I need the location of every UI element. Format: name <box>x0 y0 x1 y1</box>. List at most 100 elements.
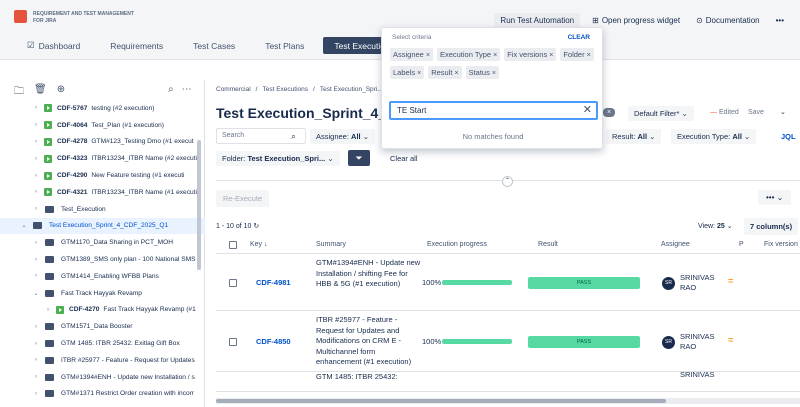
columns-button[interactable]: 7 column(s) <box>744 218 799 235</box>
header-fix-version[interactable]: Fix version <box>764 241 798 248</box>
nav-requirements[interactable]: Requirements <box>99 37 174 54</box>
select-all-checkbox[interactable] <box>229 241 237 249</box>
chevron-right-icon[interactable]: › <box>32 357 40 363</box>
chevron-right-icon[interactable]: › <box>32 105 40 111</box>
chevron-right-icon[interactable]: › <box>32 139 40 145</box>
chevron-right-icon[interactable]: › <box>44 307 52 313</box>
folder-filter[interactable]: Folder: Test Execution_Spri... ⌄ <box>216 151 340 166</box>
clear-all-button[interactable]: Clear all <box>390 154 418 163</box>
default-filter-select[interactable]: Default Filter* ⌄ <box>628 106 694 121</box>
header-key[interactable]: Key ↓ <box>250 241 268 248</box>
table-more-button[interactable]: ••• ⌄ <box>758 190 792 205</box>
nav-test-plans[interactable]: Test Plans <box>254 37 315 54</box>
remove-chip-icon[interactable]: × <box>454 70 458 77</box>
remove-chip-icon[interactable]: × <box>493 52 497 59</box>
row-checkbox[interactable] <box>229 337 237 346</box>
criteria-search-input[interactable]: TE Start <box>389 101 598 120</box>
nav-test-cases[interactable]: Test Cases <box>182 37 246 54</box>
header-priority[interactable]: P <box>739 241 744 248</box>
remove-chip-icon[interactable]: × <box>417 70 421 77</box>
table-row[interactable]: SRINIVAS GTM 1485: ITBR 25432: <box>216 370 800 392</box>
tree-item-folder[interactable]: › Test_Execution <box>0 201 205 218</box>
tree-item-folder[interactable]: › GTM#1394#ENH - Update new Installation … <box>0 369 205 386</box>
chevron-right-icon[interactable]: › <box>32 240 40 246</box>
sidebar-scrollbar[interactable] <box>197 140 201 270</box>
more-icon[interactable]: ⋯ <box>182 84 192 95</box>
tree-item-folder[interactable]: › GTM#1371 Restrict Order creation with i… <box>0 386 205 403</box>
chevron-right-icon[interactable]: › <box>32 257 40 263</box>
breadcrumb-current[interactable]: Test Execution_Spri... <box>320 86 383 93</box>
documentation-button[interactable]: ⊙ Documentation <box>692 13 764 28</box>
criteria-chip[interactable]: Labels × <box>390 66 425 79</box>
page-size-select[interactable]: View: 25 ⌄ <box>698 222 733 230</box>
row-key[interactable]: CDF-4850 <box>256 337 291 346</box>
chevron-right-icon[interactable]: › <box>32 341 40 347</box>
tree-item-folder[interactable]: › GTM1170_Data Sharing in PCT_MOH <box>0 234 205 251</box>
chevron-right-icon[interactable]: › <box>32 273 40 279</box>
header-summary[interactable]: Summary <box>316 241 346 248</box>
target-icon[interactable]: ⊕ <box>57 84 65 101</box>
row-checkbox[interactable] <box>229 278 237 287</box>
tree-item-execution[interactable]: › CDF-4270 Fast Track Hayyak Revamp (#1 <box>0 302 205 319</box>
table-row[interactable]: CDF-4850 100% PASS SR SRINIVAS RAO = ITBR #259… <box>216 311 800 372</box>
tree-item-folder[interactable]: › GTM1571_Data Booster <box>0 318 205 335</box>
header-progress[interactable]: Execution progress <box>427 241 487 248</box>
nav-dashboard[interactable]: ☑ Dashboard <box>16 37 91 54</box>
tree-item-folder[interactable]: › ITBR #25977 - Feature - Request for Upd… <box>0 352 205 369</box>
row-key[interactable]: CDF-4981 <box>256 278 291 287</box>
chevron-right-icon[interactable]: › <box>32 391 40 397</box>
search-icon[interactable]: ⌕ <box>168 84 174 95</box>
assignee-filter[interactable]: Assignee: All ⌄ <box>310 129 375 144</box>
more-menu-button[interactable]: ••• <box>772 13 788 28</box>
remove-chip-icon[interactable]: × <box>426 52 430 59</box>
tree-item-execution[interactable]: › CDF-4290 New Feature testing (#1 executi <box>0 167 205 184</box>
chevron-right-icon[interactable]: › <box>32 122 40 128</box>
tree-item-execution[interactable]: › CDF-4064 Test_Plan (#1 execution) <box>0 117 205 134</box>
tree-item-execution[interactable]: › CDF-4321 ITBR13234_ITBR Name (#1 executi <box>0 184 205 201</box>
clear-input-icon[interactable]: ✕ <box>583 103 592 116</box>
table-horizontal-scrollbar[interactable] <box>216 398 800 404</box>
chevron-right-icon[interactable]: › <box>32 324 40 330</box>
remove-chip-icon[interactable]: × <box>549 52 553 59</box>
tree-item-folder[interactable]: › GTM1389_SMS only plan - 100 National SM… <box>0 251 205 268</box>
criteria-chip[interactable]: Folder × <box>560 48 594 61</box>
chevron-right-icon[interactable]: › <box>32 374 40 380</box>
criteria-chip[interactable]: Execution Type × <box>436 48 501 61</box>
header-result[interactable]: Result <box>538 241 558 248</box>
trash-icon[interactable]: 🗑 <box>34 84 47 101</box>
filter-icon[interactable]: ⏷ <box>348 150 370 166</box>
chevron-down-icon[interactable]: ⌄ <box>32 290 40 297</box>
refresh-icon[interactable]: ↻ <box>253 223 259 230</box>
tree-item-folder[interactable]: ⌄ Test Execution_Sprint_4_CDF_2025_Q1 <box>0 217 205 235</box>
chevron-right-icon[interactable]: › <box>32 206 40 212</box>
collapse-chevron-icon[interactable]: ⌃ <box>502 176 513 187</box>
new-folder-icon[interactable]: 🗀 <box>14 84 24 101</box>
remove-chip-icon[interactable]: × <box>587 52 591 59</box>
table-row[interactable]: CDF-4981 100% PASS SR SRINIVAS RAO = GTM#1394#… <box>216 254 800 311</box>
save-options-icon[interactable]: ⌄ <box>780 108 786 116</box>
result-filter[interactable]: Result: All ⌄ <box>606 129 662 144</box>
save-button[interactable]: Save <box>748 109 764 116</box>
tree-item-execution[interactable]: › CDF-4323 ITBR13234_ITBR Name (#2 executi <box>0 150 205 167</box>
tree-item-execution[interactable]: › CDF-5767 testing (#2 execution) <box>0 100 205 117</box>
criteria-clear-button[interactable]: CLEAR <box>568 34 590 41</box>
remove-chip-icon[interactable]: × <box>492 70 496 77</box>
breadcrumb-commercial[interactable]: Commercial <box>216 86 251 93</box>
run-automation-button[interactable]: Run Test Automation <box>494 13 581 28</box>
execution-type-filter[interactable]: Execution Type: All ⌄ <box>671 129 757 144</box>
re-execute-button[interactable]: Re-Execute <box>216 190 270 207</box>
chevron-down-icon[interactable]: ⌄ <box>20 222 28 229</box>
criteria-chip[interactable]: Assignee × <box>390 48 433 61</box>
jql-button[interactable]: JQL <box>781 132 796 141</box>
chevron-right-icon[interactable]: › <box>32 189 40 195</box>
header-assignee[interactable]: Assignee <box>661 241 690 248</box>
progress-widget-button[interactable]: ⊞ Open progress widget <box>588 13 684 28</box>
tree-item-folder[interactable]: › GTM1414_Enabling WFBB Plans <box>0 268 205 285</box>
tree-item-execution[interactable]: › CDF-4278 GTM#123_Testing Dmo (#1 execut <box>0 134 205 151</box>
tree-item-folder[interactable]: ⌄ Fast Track Hayyak Revamp <box>0 285 205 302</box>
criteria-chip[interactable]: Status × <box>465 66 499 79</box>
scroll-thumb[interactable] <box>216 399 666 403</box>
tree-item-folder[interactable]: › GTM 1485: ITBR 25432: Exitlag Gift Box <box>0 335 205 352</box>
criteria-chip[interactable]: Result × <box>428 66 462 79</box>
breadcrumb-test-executions[interactable]: Test Executions <box>262 86 308 93</box>
